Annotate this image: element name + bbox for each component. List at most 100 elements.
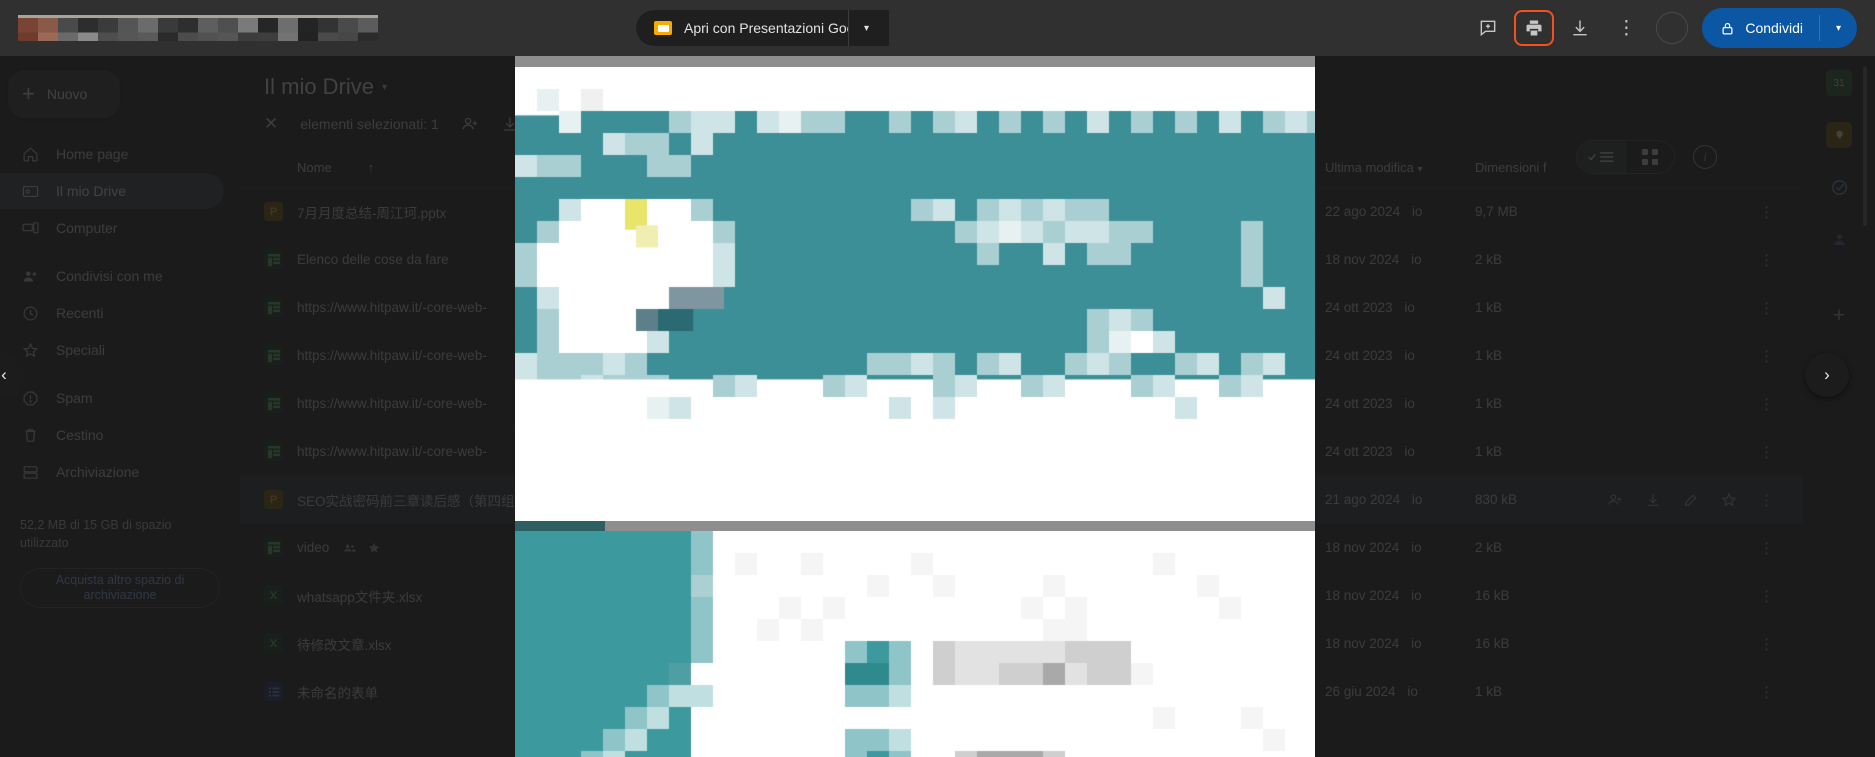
sidebar-item-label: Archiviazione xyxy=(56,464,140,480)
redacted-block xyxy=(358,18,378,41)
row-person-add-icon[interactable] xyxy=(1607,492,1623,508)
redacted-block xyxy=(58,18,78,41)
people-icon xyxy=(20,266,40,286)
print-button[interactable] xyxy=(1514,10,1555,46)
chevron-down-icon[interactable]: ▾ xyxy=(382,82,387,93)
next-slide-button[interactable]: › xyxy=(1805,353,1849,397)
row-more-icon[interactable]: ⋮ xyxy=(1759,587,1775,605)
sidebar-item-storage[interactable]: Archiviazione xyxy=(0,454,224,490)
row-actions: ⋮ xyxy=(1585,347,1775,365)
share-dropdown-icon[interactable]: ▾ xyxy=(1820,23,1857,34)
row-more-icon[interactable]: ⋮ xyxy=(1759,203,1775,221)
file-name-label: https://www.hitpaw.it/-core-web- xyxy=(297,396,487,411)
row-actions: ⋮ xyxy=(1585,683,1775,701)
row-edit-icon[interactable] xyxy=(1683,492,1699,508)
scrollbar-thumb[interactable] xyxy=(1863,66,1867,226)
share-button[interactable]: Condividi ▾ xyxy=(1702,8,1857,48)
avatar[interactable] xyxy=(1656,12,1689,44)
list-view-icon[interactable] xyxy=(1577,141,1625,173)
redacted-block xyxy=(158,18,178,41)
redacted-block xyxy=(98,18,118,41)
slide-1-preview[interactable] xyxy=(515,56,1315,511)
file-name-label: 未命名的表单 xyxy=(297,685,378,701)
file-size-cell: 16 kB xyxy=(1475,636,1510,651)
storage-usage-text: 52,2 MB di 15 GB di spazio utilizzato xyxy=(20,518,172,550)
left-sidebar: + Nuovo Home page Il mio Drive Computer xyxy=(0,56,240,757)
redacted-block xyxy=(318,18,338,41)
file-modified-cell: 18 nov 2024 io xyxy=(1325,540,1422,555)
keep-icon[interactable] xyxy=(1826,122,1852,148)
new-button[interactable]: + Nuovo xyxy=(8,70,120,118)
file-type-icon xyxy=(264,298,283,317)
row-download-icon[interactable] xyxy=(1645,492,1661,508)
row-more-icon[interactable]: ⋮ xyxy=(1759,635,1775,653)
view-toggle-group[interactable] xyxy=(1576,140,1675,174)
buy-storage-button[interactable]: Acquista altro spazio di archiviazione xyxy=(20,568,220,608)
sidebar-item-shared-with-me[interactable]: Condivisi con me xyxy=(0,258,224,294)
file-type-icon: X xyxy=(264,586,283,605)
file-size-cell: 1 kB xyxy=(1475,444,1503,459)
grid-view-icon[interactable] xyxy=(1626,141,1674,173)
computer-icon xyxy=(20,218,40,238)
sidebar-item-recent[interactable]: Recenti xyxy=(0,295,224,331)
row-actions: ⋮ xyxy=(1585,395,1775,413)
row-star-icon[interactable] xyxy=(1721,492,1737,508)
plus-icon: + xyxy=(22,81,35,106)
slides-icon xyxy=(654,21,672,35)
sidebar-item-spam[interactable]: Spam xyxy=(0,380,224,416)
redacted-block xyxy=(138,18,158,41)
row-more-icon[interactable]: ⋮ xyxy=(1759,443,1775,461)
sidebar-item-home[interactable]: Home page xyxy=(0,136,224,172)
redacted-block xyxy=(118,18,138,41)
file-name-label: Elenco delle cose da fare xyxy=(297,252,449,267)
row-more-icon[interactable]: ⋮ xyxy=(1759,539,1775,557)
file-name-label: https://www.hitpaw.it/-core-web- xyxy=(297,300,487,315)
slide-2-preview[interactable] xyxy=(515,521,1315,757)
info-icon[interactable]: i xyxy=(1693,145,1717,169)
side-panel-rail: 31 + xyxy=(1803,56,1875,757)
row-more-icon[interactable]: ⋮ xyxy=(1759,299,1775,317)
open-with-dropdown-button[interactable]: ▾ xyxy=(848,10,884,46)
redacted-block xyxy=(238,18,258,41)
row-more-icon[interactable]: ⋮ xyxy=(1759,491,1775,509)
contacts-icon[interactable] xyxy=(1826,226,1852,252)
add-side-panel-button[interactable]: + xyxy=(1833,304,1845,328)
sidebar-item-label: Condivisi con me xyxy=(56,268,163,284)
row-actions: ⋮ xyxy=(1585,443,1775,461)
row-more-icon[interactable]: ⋮ xyxy=(1759,395,1775,413)
topbar-actions: ⋮ Condividi ▾ xyxy=(1468,0,1857,56)
row-more-icon[interactable]: ⋮ xyxy=(1759,251,1775,269)
add-comment-icon[interactable] xyxy=(1468,8,1508,48)
person-add-icon[interactable] xyxy=(461,115,479,133)
column-header-size[interactable]: Dimensioni f xyxy=(1475,160,1585,175)
file-type-icon xyxy=(264,250,283,269)
row-actions: ⋮ xyxy=(1585,539,1775,557)
row-actions: ⋮ xyxy=(1585,203,1775,221)
sidebar-item-starred[interactable]: Speciali xyxy=(0,332,224,368)
close-selection-icon[interactable]: ✕ xyxy=(264,114,278,134)
row-more-icon[interactable]: ⋮ xyxy=(1759,347,1775,365)
file-name-label: 待修改文章.xlsx xyxy=(297,637,392,653)
sidebar-item-computer[interactable]: Computer xyxy=(0,210,224,246)
row-actions: ⋮ xyxy=(1585,587,1775,605)
file-size-cell: 1 kB xyxy=(1475,300,1503,315)
selection-count-label: elementi selezionati: 1 xyxy=(300,116,439,132)
row-more-icon[interactable]: ⋮ xyxy=(1759,683,1775,701)
file-title-redacted xyxy=(18,15,378,41)
slide-top-strip xyxy=(515,56,1315,67)
calendar-icon[interactable]: 31 xyxy=(1826,70,1852,96)
redacted-block xyxy=(18,18,38,41)
sidebar-item-trash[interactable]: Cestino xyxy=(0,417,224,453)
drive-icon xyxy=(20,181,40,201)
download-button[interactable] xyxy=(1560,8,1600,48)
column-header-modified[interactable]: Ultima modifica ▾ xyxy=(1325,160,1475,175)
sidebar-item-my-drive[interactable]: Il mio Drive xyxy=(0,173,224,209)
sidebar-divider xyxy=(0,247,240,257)
file-modified-cell: 24 ott 2023 io xyxy=(1325,396,1415,411)
file-size-cell: 16 kB xyxy=(1475,588,1510,603)
file-modified-cell: 24 ott 2023 io xyxy=(1325,444,1415,459)
slide-2-strip-accent xyxy=(515,521,605,531)
more-options-button[interactable]: ⋮ xyxy=(1606,8,1646,48)
tasks-icon[interactable] xyxy=(1826,174,1852,200)
file-modified-cell: 18 nov 2024 io xyxy=(1325,252,1422,267)
